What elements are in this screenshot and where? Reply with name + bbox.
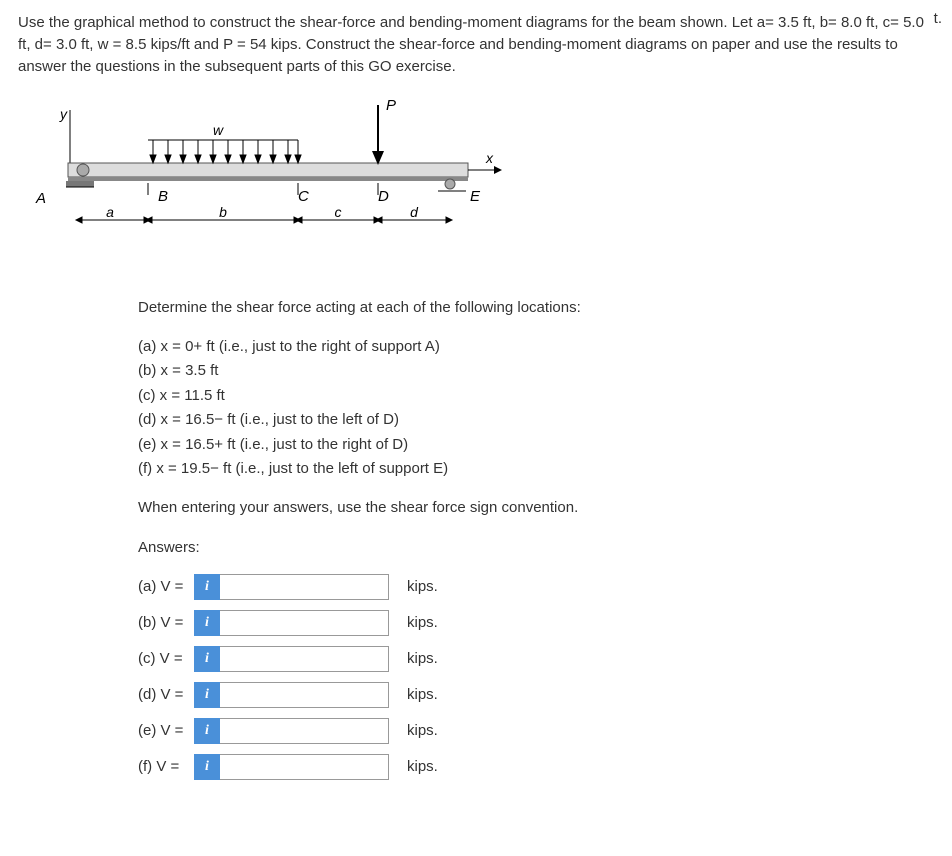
loc-e: (e) x = 16.5+ ft (i.e., just to the righ…: [138, 434, 934, 457]
info-icon[interactable]: i: [194, 682, 220, 708]
info-icon[interactable]: i: [194, 574, 220, 600]
answer-input-a[interactable]: [220, 574, 389, 600]
svg-text:w: w: [213, 122, 224, 138]
answer-input-b[interactable]: [220, 610, 389, 636]
svg-text:P: P: [386, 97, 396, 114]
svg-text:b: b: [219, 204, 227, 220]
answer-row-a: (a) V = i kips.: [138, 572, 934, 602]
svg-text:x: x: [485, 150, 494, 166]
unit-label: kips.: [407, 650, 438, 667]
svg-text:d: d: [410, 204, 419, 220]
svg-text:B: B: [158, 188, 168, 205]
loc-a: (a) x = 0+ ft (i.e., just to the right o…: [138, 336, 934, 359]
unit-label: kips.: [407, 686, 438, 703]
svg-text:a: a: [106, 204, 114, 220]
answer-row-e: (e) V = i kips.: [138, 716, 934, 746]
unit-label: kips.: [407, 758, 438, 775]
answer-label: (c) V =: [138, 650, 194, 667]
axis-y-label: y: [59, 106, 68, 122]
answer-row-b: (b) V = i kips.: [138, 608, 934, 638]
unit-label: kips.: [407, 614, 438, 631]
svg-text:E: E: [470, 188, 481, 205]
svg-text:A: A: [35, 190, 46, 207]
answer-label: (e) V =: [138, 722, 194, 739]
sign-convention-note: When entering your answers, use the shea…: [138, 497, 934, 520]
problem-statement: Use the graphical method to construct th…: [18, 12, 934, 77]
answer-input-c[interactable]: [220, 646, 389, 672]
question-prompt: Determine the shear force acting at each…: [138, 297, 934, 320]
page-marker: t.: [934, 10, 942, 27]
answer-label: (f) V =: [138, 758, 194, 775]
answer-label: (a) V =: [138, 578, 194, 595]
svg-text:c: c: [335, 204, 342, 220]
beam-diagram: y w P x A E B C D: [18, 95, 934, 269]
loc-c: (c) x = 11.5 ft: [138, 385, 934, 408]
answer-input-f[interactable]: [220, 754, 389, 780]
answer-row-f: (f) V = i kips.: [138, 752, 934, 782]
info-icon[interactable]: i: [194, 646, 220, 672]
answer-row-c: (c) V = i kips.: [138, 644, 934, 674]
answer-input-d[interactable]: [220, 682, 389, 708]
unit-label: kips.: [407, 578, 438, 595]
info-icon[interactable]: i: [194, 610, 220, 636]
answer-row-d: (d) V = i kips.: [138, 680, 934, 710]
unit-label: kips.: [407, 722, 438, 739]
answer-label: (d) V =: [138, 686, 194, 703]
info-icon[interactable]: i: [194, 754, 220, 780]
loc-b: (b) x = 3.5 ft: [138, 360, 934, 383]
svg-text:C: C: [298, 188, 309, 205]
loc-d: (d) x = 16.5− ft (i.e., just to the left…: [138, 409, 934, 432]
answer-input-e[interactable]: [220, 718, 389, 744]
answers-header: Answers:: [138, 537, 934, 560]
svg-text:D: D: [378, 188, 389, 205]
answer-label: (b) V =: [138, 614, 194, 631]
loc-f: (f) x = 19.5− ft (i.e., just to the left…: [138, 458, 934, 481]
info-icon[interactable]: i: [194, 718, 220, 744]
